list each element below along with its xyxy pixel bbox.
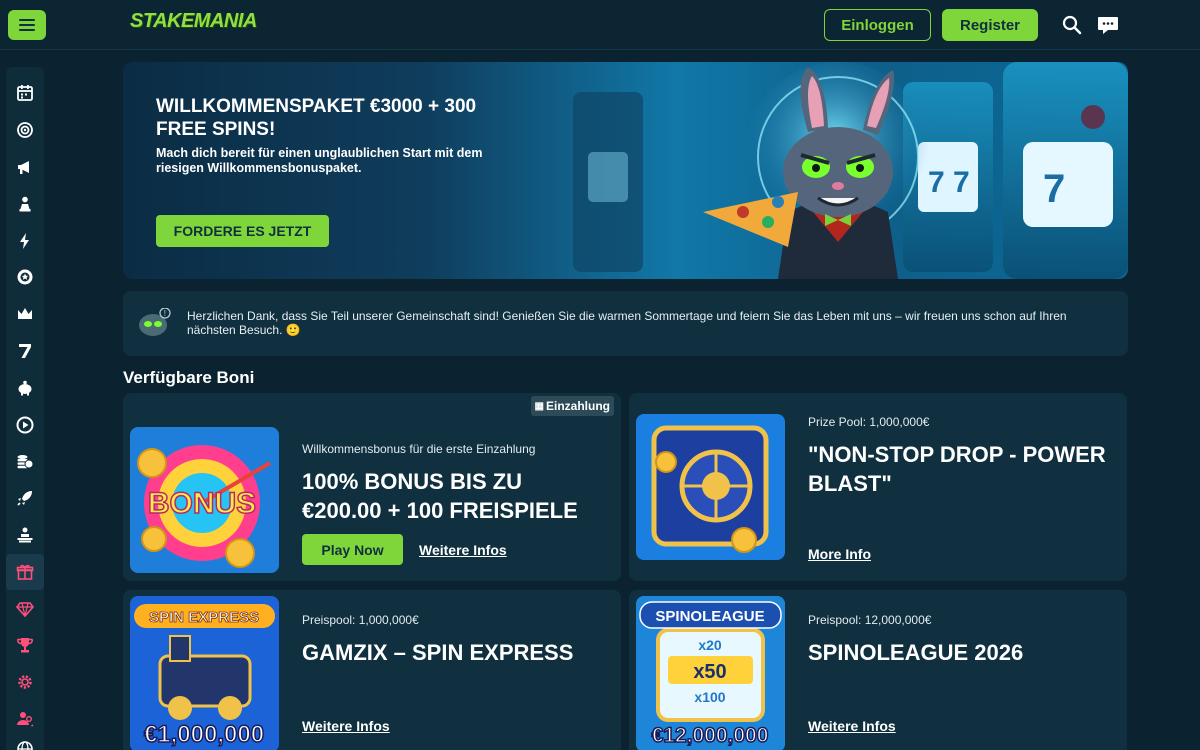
trophy-icon[interactable]: [6, 627, 44, 663]
piggy-bank-icon[interactable]: [6, 370, 44, 406]
bonus-title: 100% BONUS BIS ZU €200.00 + 100 FREISPIE…: [302, 469, 578, 523]
gift-icon[interactable]: [6, 554, 44, 590]
svg-text:SPINOLEAGUE: SPINOLEAGUE: [655, 608, 764, 625]
train-icon: SPIN EXPRESS €1,000,000: [130, 596, 279, 750]
crown-icon[interactable]: [6, 296, 44, 332]
deposit-badge-label: Einzahlung: [546, 399, 610, 413]
casino-dealer-icon[interactable]: [6, 517, 44, 553]
bonus-card-spinoleague: SPINOLEAGUE x20 x50 x100 €12,000,000 Pre…: [629, 590, 1127, 750]
search-icon[interactable]: [1061, 14, 1083, 36]
sidebar: [6, 67, 44, 750]
notice-text: Herzlichen Dank, dass Sie Teil unserer G…: [187, 309, 1067, 337]
menu-button[interactable]: [8, 10, 46, 40]
settings-icon[interactable]: [6, 664, 44, 700]
more-info-link[interactable]: Weitere Infos: [419, 542, 507, 558]
svg-text:x20: x20: [698, 637, 722, 653]
slot-reel-icon: SPINOLEAGUE x20 x50 x100 €12,000,000: [636, 596, 785, 750]
claim-button[interactable]: FORDERE ES JETZT: [156, 215, 329, 247]
bonus-card-image: BONUS: [130, 427, 279, 573]
diamond-icon[interactable]: [6, 591, 44, 627]
hero-subtitle: Mach dich bereit für einen unglaublichen…: [156, 146, 483, 175]
bonus-card-spin-express: SPIN EXPRESS €1,000,000 Preispool: 1,000…: [123, 590, 621, 750]
mascot-avatar-icon: !: [139, 308, 171, 336]
svg-text:!: !: [164, 309, 166, 318]
globe-icon[interactable]: [6, 731, 44, 750]
svg-text:7 7: 7 7: [928, 166, 970, 199]
seven-icon[interactable]: [6, 333, 44, 369]
svg-text:x50: x50: [693, 661, 726, 683]
more-info-link[interactable]: Weitere Infos: [302, 718, 390, 734]
chip-icon[interactable]: [6, 259, 44, 295]
top-bar: STAKEMANIA Einloggen Register: [0, 0, 1200, 50]
svg-text:BONUS: BONUS: [148, 487, 256, 520]
hero-artwork: 7 7 7: [573, 62, 1128, 279]
svg-text:€1,000,000: €1,000,000: [144, 721, 264, 748]
bonus-target-icon: BONUS: [137, 445, 272, 568]
bonus-kicker: Preispool: 1,000,000€: [302, 613, 419, 627]
chat-icon[interactable]: [1096, 13, 1120, 37]
bonus-card-welcome: ▦ Einzahlung BONUS Willkommensbonus für …: [123, 393, 621, 581]
deposit-badge: ▦ Einzahlung: [530, 396, 614, 416]
bonus-kicker: Willkommensbonus für die erste Einzahlun…: [302, 442, 536, 456]
bonus-title: GAMZIX – SPIN EXPRESS: [302, 640, 574, 665]
lightning-icon[interactable]: [6, 223, 44, 259]
bonus-title: SPINOLEAGUE 2026: [808, 640, 1024, 665]
more-info-link[interactable]: Weitere Infos: [808, 718, 896, 734]
megaphone-icon[interactable]: [6, 149, 44, 185]
chess-pawn-icon[interactable]: [6, 186, 44, 222]
bonus-kicker: Preispool: 12,000,000€: [808, 613, 932, 627]
logo[interactable]: STAKEMANIA: [130, 10, 257, 40]
vault-icon: [651, 425, 769, 553]
rocket-icon[interactable]: [6, 480, 44, 516]
hero-title: WILLKOMMENSPAKET €3000 + 300 FREE SPINS!: [156, 96, 477, 140]
bonus-kicker: Prize Pool: 1,000,000€: [808, 415, 930, 429]
bonus-title: "NON-STOP DROP - POWER BLAST": [808, 442, 1106, 496]
svg-text:x100: x100: [694, 689, 725, 705]
svg-text:€12,000,000: €12,000,000: [652, 724, 769, 747]
play-icon[interactable]: [6, 407, 44, 443]
bonus-card-image: [636, 414, 785, 560]
login-button[interactable]: Einloggen: [824, 9, 931, 41]
target-icon[interactable]: [6, 112, 44, 148]
hamburger-icon: [19, 19, 35, 21]
play-now-button[interactable]: Play Now: [302, 534, 403, 565]
notice-banner: ! Herzlichen Dank, dass Sie Teil unserer…: [123, 291, 1128, 356]
hero-banner: 7 7 7 WILLKOMMENSPAKET €3000 + 300 FREE …: [123, 62, 1128, 279]
calendar-icon[interactable]: [6, 75, 44, 111]
bonus-card-image: SPINOLEAGUE x20 x50 x100 €12,000,000: [636, 596, 785, 750]
bonus-card-image: SPIN EXPRESS €1,000,000: [130, 596, 279, 750]
svg-text:SPIN EXPRESS: SPIN EXPRESS: [149, 609, 259, 626]
register-button[interactable]: Register: [942, 9, 1038, 41]
section-title: Verfügbare Boni: [123, 368, 255, 387]
svg-text:7: 7: [1043, 167, 1065, 211]
bonus-card-nonstop-drop: Prize Pool: 1,000,000€ "NON-STOP DROP - …: [629, 393, 1127, 581]
coins-icon[interactable]: [6, 443, 44, 479]
bank-icon: ▦: [534, 400, 544, 412]
more-info-link[interactable]: More Info: [808, 546, 871, 562]
